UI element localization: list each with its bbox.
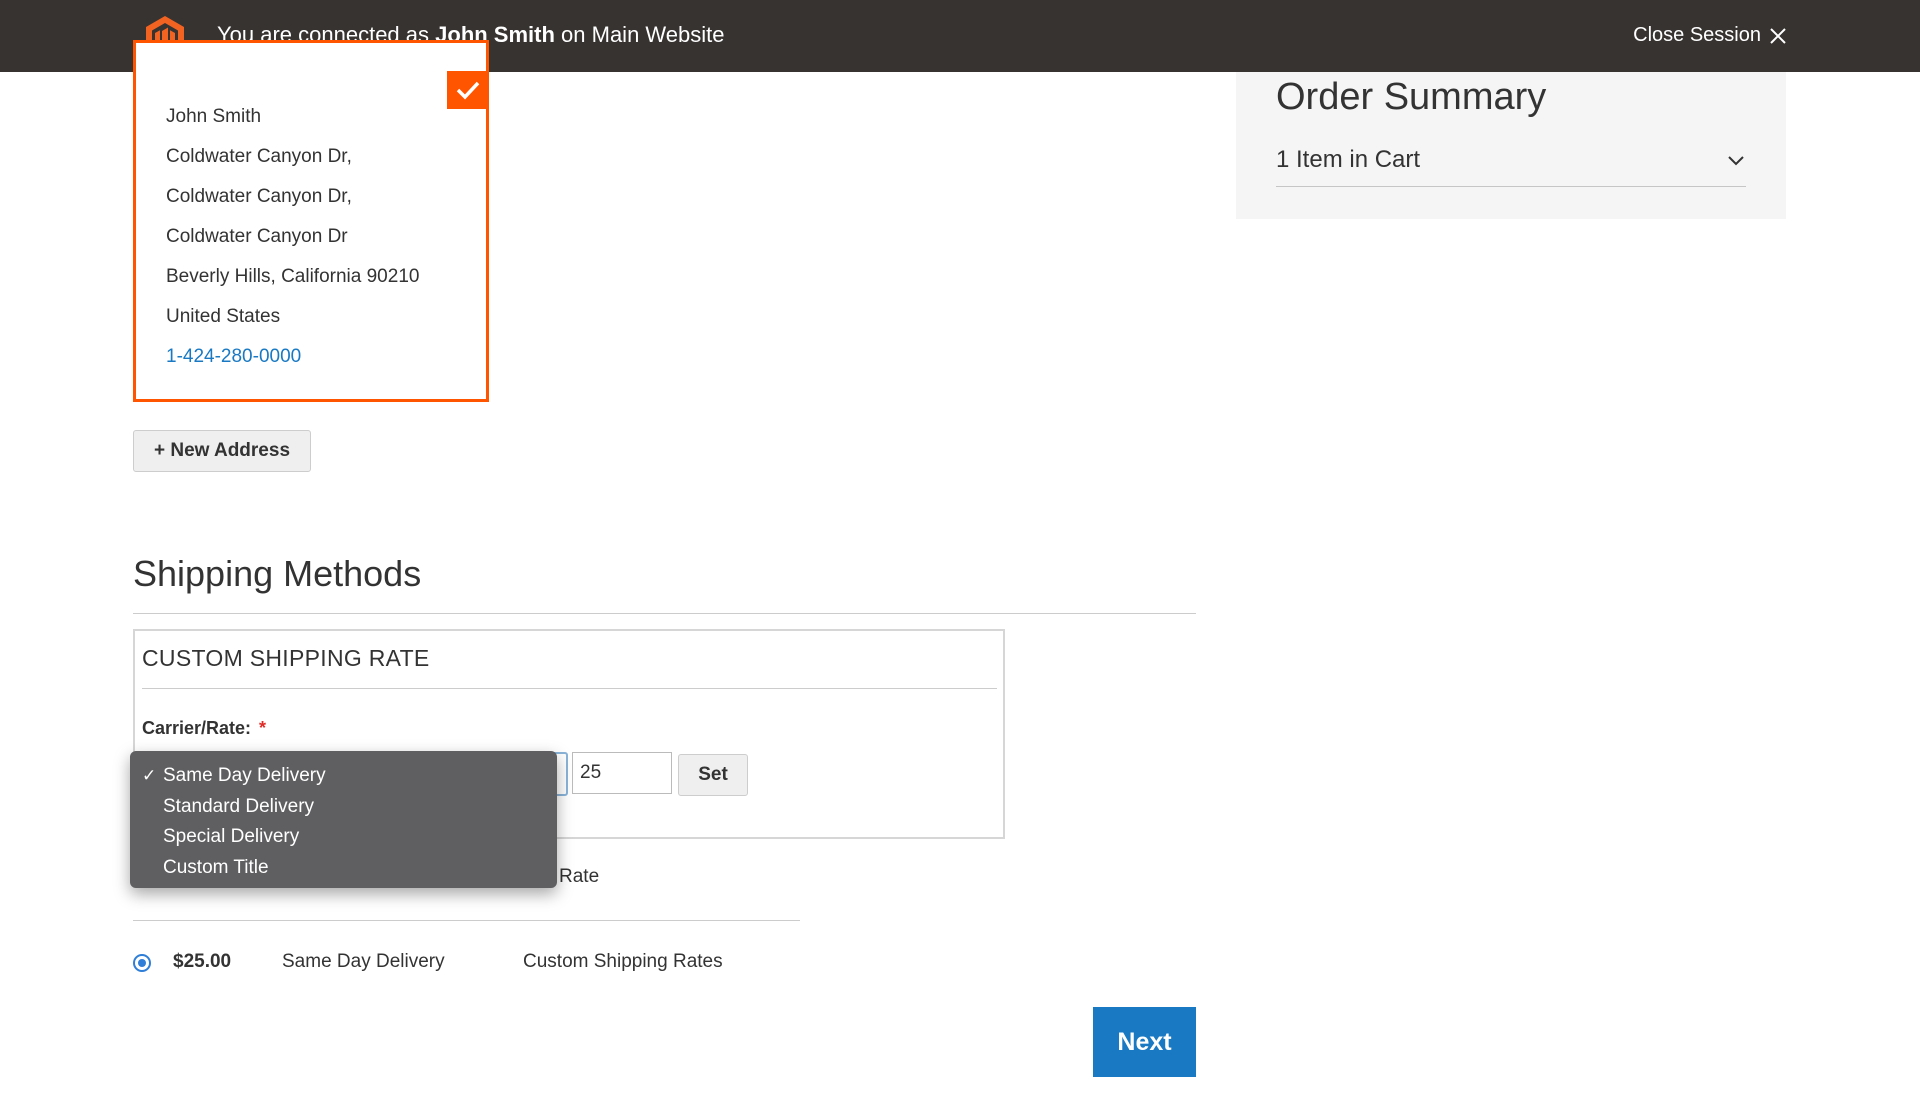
- custom-shipping-rate-heading: CUSTOM SHIPPING RATE: [142, 645, 430, 671]
- carrier-rate-label-text: Carrier/Rate:: [142, 718, 252, 738]
- address-line: Coldwater Canyon Dr,: [166, 186, 352, 207]
- required-marker: *: [259, 718, 267, 738]
- panel-divider: [142, 688, 997, 689]
- methods-table-divider: [133, 920, 800, 921]
- shipping-method-row[interactable]: $25.00 Same Day Delivery Custom Shipping…: [133, 946, 833, 980]
- dropdown-option-label: Standard Delivery: [163, 795, 315, 817]
- address-line: Beverly Hills, California 90210: [166, 266, 420, 287]
- selected-address-card[interactable]: John Smith Coldwater Canyon Dr, Coldwate…: [133, 40, 489, 402]
- items-in-cart-toggle[interactable]: 1 Item in Cart: [1276, 142, 1746, 187]
- address-line: United States: [166, 306, 281, 327]
- shipping-method-price: $25.00: [173, 951, 232, 972]
- shipping-method-carrier: Custom Shipping Rates: [523, 951, 723, 972]
- set-rate-button[interactable]: Set: [678, 754, 748, 796]
- address-selected-badge: [447, 71, 489, 109]
- chevron-down-icon: [1728, 156, 1744, 166]
- shipping-method-radio[interactable]: [133, 954, 151, 972]
- dropdown-option-standard-delivery[interactable]: Standard Delivery: [130, 792, 557, 823]
- dropdown-option-label: Same Day Delivery: [163, 765, 326, 786]
- dropdown-option-same-day-delivery[interactable]: ✓ Same Day Delivery: [130, 761, 557, 792]
- dropdown-option-custom-title[interactable]: Custom Title: [130, 853, 557, 884]
- address-lines: John Smith Coldwater Canyon Dr, Coldwate…: [166, 103, 419, 383]
- shipping-methods-title: Shipping Methods: [133, 553, 422, 594]
- address-line: John Smith: [166, 106, 262, 127]
- close-session-label: Close Session: [1633, 24, 1761, 46]
- carrier-rate-label: Carrier/Rate: *: [142, 718, 266, 739]
- selected-check-icon: ✓: [142, 766, 157, 785]
- column-header-rate: Rate: [559, 866, 600, 887]
- dropdown-option-label: Special Delivery: [163, 826, 300, 847]
- session-message-suffix: on Main Website: [554, 22, 725, 47]
- carrier-dropdown-menu: ✓ Same Day Delivery Standard Delivery Spe…: [130, 751, 557, 888]
- address-line: Coldwater Canyon Dr: [166, 226, 348, 247]
- items-in-cart-label: 1 Item in Cart: [1276, 146, 1421, 173]
- dropdown-option-special-delivery[interactable]: Special Delivery: [130, 822, 557, 853]
- shipping-method-name: Same Day Delivery: [282, 951, 445, 972]
- address-phone-link[interactable]: 1-424-280-0000: [166, 343, 419, 383]
- section-divider: [133, 613, 1196, 614]
- close-session-button[interactable]: Close Session: [1633, 24, 1787, 47]
- order-summary-title: Order Summary: [1276, 76, 1547, 118]
- checkmark-icon: [456, 81, 480, 100]
- close-icon: [1770, 27, 1786, 44]
- address-line: Coldwater Canyon Dr,: [166, 146, 352, 167]
- dropdown-option-label: Custom Title: [163, 856, 269, 878]
- order-summary: Order Summary 1 Item in Cart: [1236, 72, 1786, 219]
- rate-amount-input[interactable]: [572, 752, 672, 794]
- new-address-button[interactable]: + New Address: [133, 430, 311, 472]
- next-button[interactable]: Next: [1093, 1007, 1196, 1077]
